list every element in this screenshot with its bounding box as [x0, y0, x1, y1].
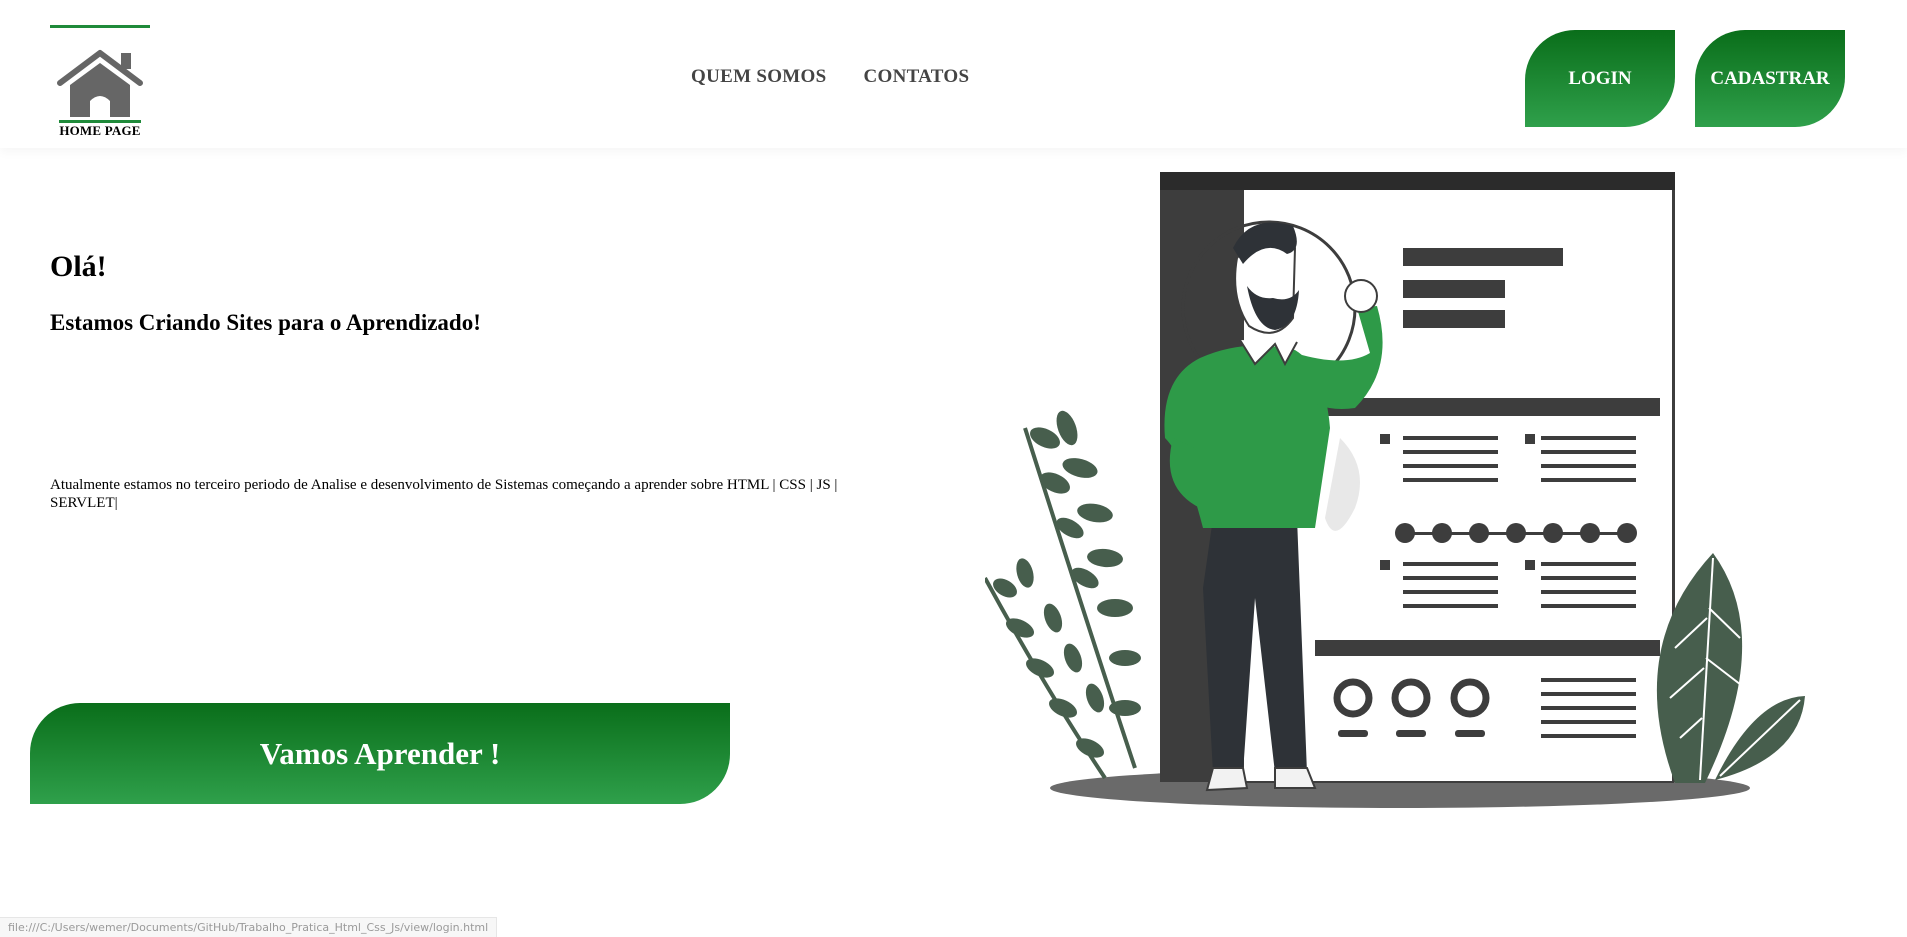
browser-status-url: file:///C:/Users/wemer/Documents/GitHub/…	[0, 917, 498, 937]
nav-link-quem-somos[interactable]: QUEM SOMOS	[691, 66, 826, 88]
hero-section: Olá! Estamos Criando Sites para o Aprend…	[50, 250, 880, 336]
login-button[interactable]: LOGIN	[1525, 30, 1675, 127]
hero-title: Olá!	[50, 250, 107, 283]
site-header: HOME PAGE QUEM SOMOS CONTATOS LOGIN CADA…	[0, 0, 1907, 148]
hero-subtitle: Estamos Criando Sites para o Aprendizado…	[50, 310, 481, 335]
logo-label: HOME PAGE	[59, 123, 141, 138]
house-icon	[57, 50, 143, 117]
learn-button[interactable]: Vamos Aprender !	[30, 703, 730, 804]
home-logo[interactable]: HOME PAGE	[50, 25, 150, 140]
hero-description: Atualmente estamos no terceiro periodo d…	[50, 477, 838, 511]
signup-button[interactable]: CADASTRAR	[1695, 30, 1845, 127]
logo-top-bar	[50, 25, 150, 28]
right-plant-decoration	[1656, 553, 1805, 783]
resume-person-illustration	[985, 172, 1805, 808]
nav-link-contatos[interactable]: CONTATOS	[863, 66, 969, 88]
main-nav: QUEM SOMOS CONTATOS	[691, 66, 969, 88]
left-plant-decoration	[985, 410, 1141, 780]
